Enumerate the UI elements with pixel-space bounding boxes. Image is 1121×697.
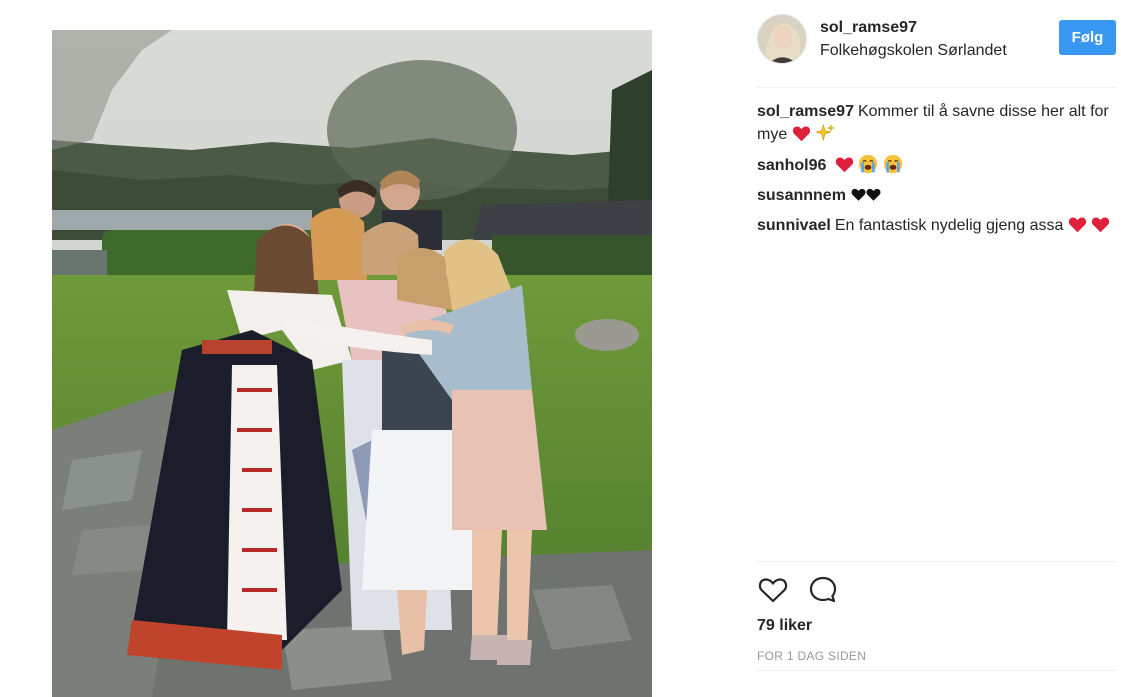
sparkles-icon [815,123,835,141]
post-location[interactable]: Folkehøgskolen Sørlandet [820,42,1007,60]
comment-item: susannnem [757,185,1116,207]
comment-item: sunnivael En fantastisk nydelig gjeng ass… [757,215,1116,237]
post-photo[interactable] [52,30,652,697]
likes-count[interactable]: 79 liker [757,617,812,635]
post-username[interactable]: sol_ramse97 [820,19,917,37]
red-heart-icon [1092,217,1110,233]
black-heart-icon [866,188,881,201]
actions-divider [757,561,1116,562]
post-side-panel: sol_ramse97 Folkehøgskolen Sørlandet Føl… [757,0,1117,697]
comments-list: sol_ramse97 Kommer til å savne disse her … [757,101,1116,245]
post-header: sol_ramse97 Folkehøgskolen Sørlandet Føl… [757,14,1116,66]
group-photo-image [52,30,652,697]
avatar[interactable] [757,14,807,64]
caption: sol_ramse97 Kommer til å savne disse her … [757,101,1116,146]
post-timestamp[interactable]: FOR 1 DAG SIDEN [757,649,866,663]
red-heart-icon [792,126,810,142]
comment-author[interactable]: sanhol96 [757,157,826,174]
follow-button[interactable]: Følg [1059,20,1116,55]
heart-outline-icon[interactable] [757,574,789,606]
avatar-image [758,15,806,63]
comment-author[interactable]: susannnem [757,187,846,204]
comment-author[interactable]: sol_ramse97 [757,103,854,120]
red-heart-icon [1068,217,1086,233]
black-heart-icon [851,188,866,201]
post-actions [757,574,1116,608]
comment-item: sanhol96 [757,154,1116,177]
crying-face-icon [859,154,878,174]
crying-face-icon [883,154,902,174]
comment-author[interactable]: sunnivael [757,217,831,234]
red-heart-icon [835,157,853,173]
footer-divider [757,670,1116,671]
header-divider [757,87,1116,88]
comment-text: En fantastisk nydelig gjeng assa [834,217,1064,234]
comment-bubble-icon[interactable] [807,574,839,606]
